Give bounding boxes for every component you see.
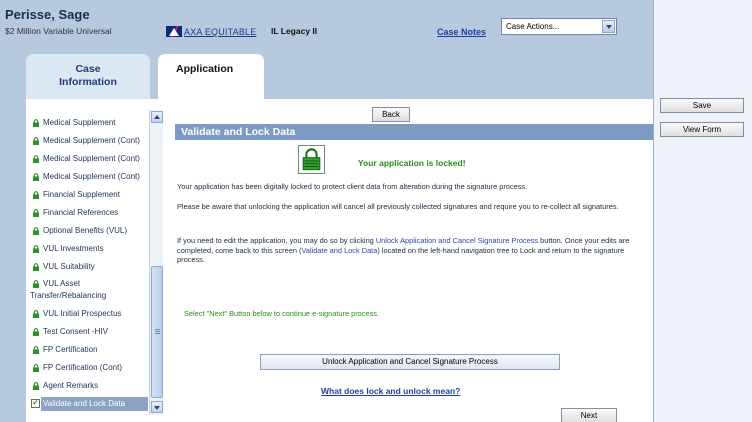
sidebar-item-label: Medical Supplement (Cont) (43, 136, 140, 145)
locked-status-message: Your application is locked! (358, 158, 466, 168)
lock-icon (33, 382, 39, 390)
info-paragraph-2: Please be aware that unlocking the appli… (177, 202, 619, 211)
tab-application-label: Application (176, 63, 234, 75)
lock-icon (33, 245, 39, 253)
para3-text-a: If you need to edit the application, you… (177, 236, 376, 245)
info-paragraph-3: If you need to edit the application, you… (177, 236, 651, 265)
next-button[interactable]: Next (561, 408, 617, 422)
lock-icon (33, 328, 39, 336)
case-name: Perisse, Sage (5, 7, 90, 22)
tab-case-information[interactable]: Case Information (26, 54, 150, 100)
sidebar-item-label: Test Consent -HIV (43, 327, 108, 336)
sidebar-item-label: VUL Investments (43, 244, 104, 253)
validate-inline-link: Validate and Lock Data (301, 245, 378, 255)
logo-text: AXA EQUITABLE (184, 27, 257, 37)
next-instruction: Select "Next" Button below to continue e… (184, 309, 380, 318)
checkbox-icon (31, 397, 40, 408)
case-subtitle: $2 Million Variable Universal (5, 26, 112, 36)
lock-icon (33, 280, 39, 288)
sidebar-item-label: VUL Asset (43, 279, 81, 288)
unlock-application-button[interactable]: Unlock Application and Cancel Signature … (260, 354, 560, 370)
lock-icon (33, 346, 39, 354)
sidebar-scrollbar[interactable] (149, 110, 163, 415)
scroll-up-icon[interactable] (151, 111, 163, 123)
sidebar-item-label: Medical Supplement (Cont) (43, 154, 140, 163)
sidebar-item-label-line2: Transfer/Rebalancing (30, 291, 107, 300)
lock-icon (33, 364, 39, 372)
right-action-panel (653, 0, 752, 422)
lock-icon (33, 191, 39, 199)
sidebar-item-label: Financial Supplement (43, 190, 120, 199)
sidebar-item-label: Optional Benefits (VUL) (43, 226, 128, 235)
sidebar-item-label: VUL Suitability (43, 262, 95, 271)
case-actions-value: Case Actions... (506, 22, 560, 31)
sidebar-item-label: Medical Supplement (43, 118, 116, 127)
save-button[interactable]: Save (660, 98, 744, 113)
lock-help-link[interactable]: What does lock and unlock mean? (321, 386, 460, 396)
product-name: IL Legacy II (271, 26, 318, 36)
section-title: Validate and Lock Data (181, 126, 296, 138)
sidebar-item-label: VUL Initial Prospectus (43, 309, 122, 318)
lock-icon (33, 119, 39, 127)
lock-icon (33, 310, 39, 318)
scroll-thumb[interactable] (151, 266, 163, 398)
sidebar-item-label: FP Certification (Cont) (43, 363, 122, 372)
lock-icon (33, 227, 39, 235)
chevron-down-icon[interactable] (602, 20, 615, 33)
lock-icon (33, 173, 39, 181)
back-button[interactable]: Back (372, 107, 410, 122)
grip-icon (155, 329, 160, 330)
view-form-button[interactable]: View Form (660, 122, 744, 137)
sidebar-nav: Medical Supplement Medical Supplement (C… (26, 110, 149, 415)
lock-icon (33, 263, 39, 271)
sidebar-item-label: Medical Supplement (Cont) (43, 172, 140, 181)
case-notes-link[interactable]: Case Notes (437, 27, 486, 37)
tab-application[interactable]: Application (158, 54, 264, 102)
lock-icon (33, 155, 39, 163)
info-paragraph-1: Your application has been digitally lock… (177, 182, 528, 191)
sidebar-item-label: Agent Remarks (43, 381, 99, 390)
tab-case-line2: Information (59, 76, 117, 88)
lock-icon (33, 137, 39, 145)
sidebar-item-label: Validate and Lock Data (43, 399, 126, 408)
sidebar-item-label: Financial References (43, 208, 119, 217)
case-actions-select[interactable]: Case Actions... (501, 18, 617, 35)
tab-case-line1: Case (75, 63, 101, 75)
padlock-icon (298, 145, 325, 174)
tab-case-information-label: Case Information (26, 63, 150, 89)
sidebar-item-label: FP Certification (43, 345, 98, 354)
scroll-down-icon[interactable] (151, 401, 163, 413)
lock-icon (33, 209, 39, 217)
sidebar-item-vul-asset-transfer[interactable]: VUL Asset Transfer/Rebalancing (26, 279, 149, 303)
section-header: Validate and Lock Data (175, 124, 653, 140)
unlock-inline-link: Unlock Application and Cancel Signature … (375, 236, 539, 245)
axa-logo-icon (166, 26, 182, 37)
